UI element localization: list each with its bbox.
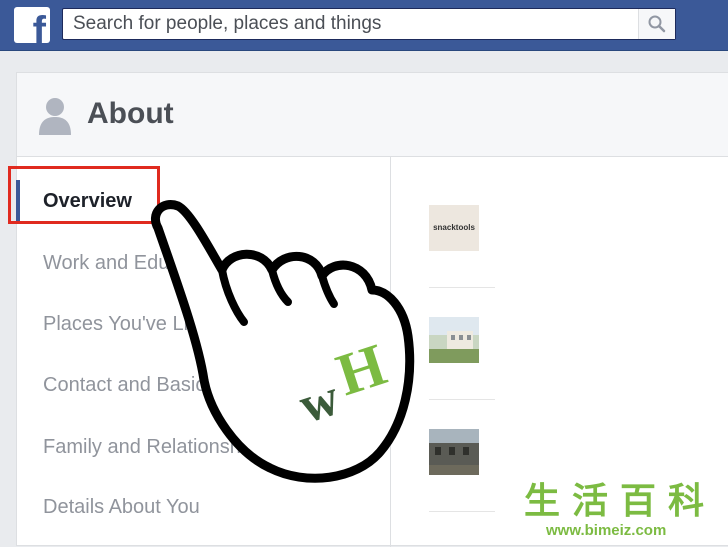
divider: [429, 399, 495, 400]
place-thumbnail[interactable]: [429, 429, 479, 475]
sidebar-item-work-education[interactable]: Work and Education: [17, 233, 391, 293]
sidebar-item-contact-info[interactable]: Contact and Basic Info: [17, 355, 391, 415]
sidebar-item-details-about-you[interactable]: Details About You: [17, 477, 391, 537]
person-icon: [39, 98, 71, 135]
watermark-chars: 生活百科: [524, 481, 717, 522]
search-box: [62, 8, 676, 40]
facebook-logo-letter: f: [32, 9, 46, 43]
facebook-logo[interactable]: f: [14, 7, 50, 43]
site-watermark: 生活百科 www.bimeiz.com: [524, 482, 728, 546]
about-card: About Overview Work and Education Places…: [16, 72, 728, 547]
workplace-thumbnail[interactable]: [429, 317, 479, 363]
search-icon: [648, 15, 666, 33]
about-header: About: [17, 73, 728, 157]
page-title: About: [87, 97, 174, 130]
divider: [429, 287, 495, 288]
sidebar-item-places-lived[interactable]: Places You've Lived: [17, 294, 391, 354]
watermark-url: www.bimeiz.com: [546, 522, 667, 539]
top-bar: f: [0, 0, 728, 51]
search-input[interactable]: [63, 9, 633, 39]
divider: [429, 511, 495, 512]
overview-highlight-box: [8, 166, 160, 224]
sidebar-item-family-relationships[interactable]: Family and Relationships: [17, 417, 391, 477]
snacktools-thumbnail[interactable]: snacktools: [429, 205, 479, 251]
search-button[interactable]: [638, 9, 675, 39]
